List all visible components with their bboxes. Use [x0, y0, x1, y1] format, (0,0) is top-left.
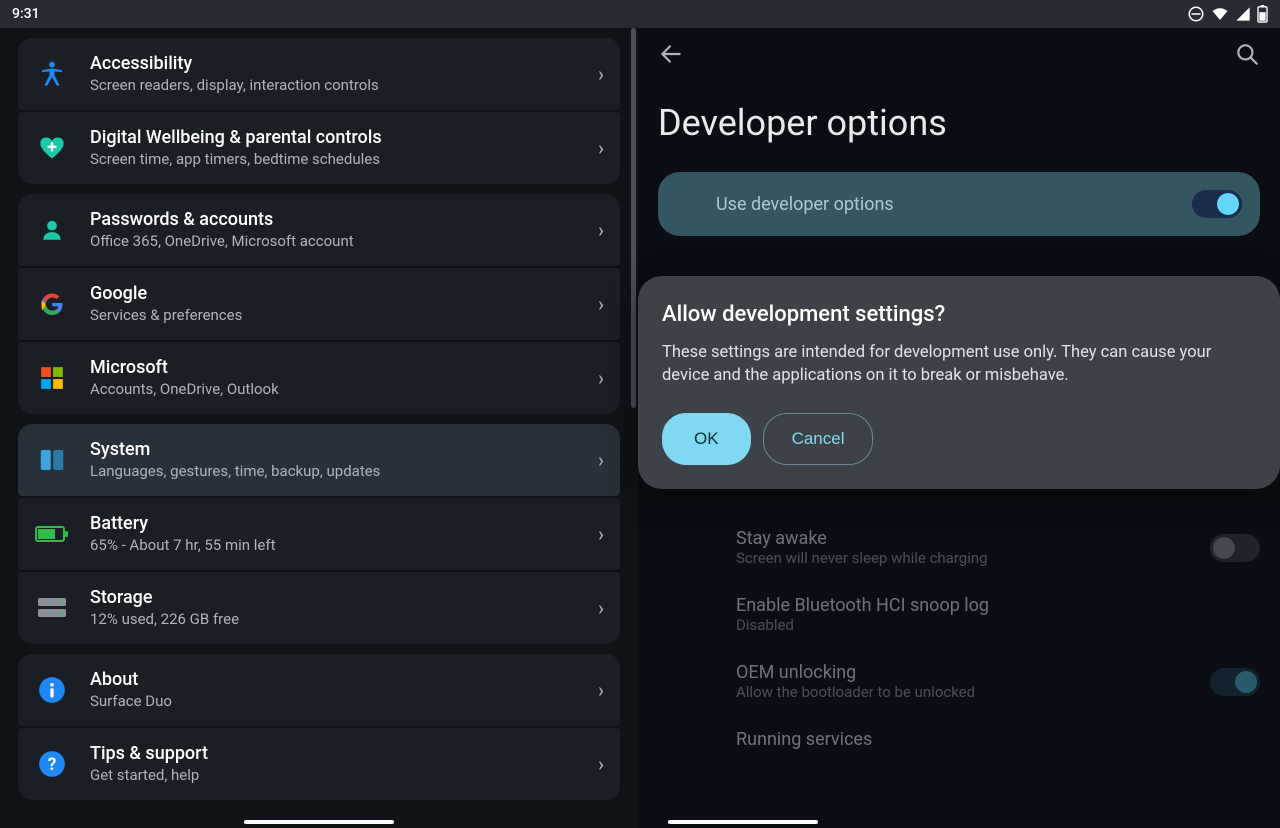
toggle-switch[interactable]	[1210, 668, 1260, 696]
microsoft-icon	[28, 354, 76, 402]
cancel-button[interactable]: Cancel	[763, 413, 874, 465]
row-subtitle: Languages, gestures, time, backup, updat…	[90, 461, 598, 482]
row-title: About	[90, 668, 598, 691]
chevron-right-icon: ›	[598, 366, 604, 390]
signal-icon	[1235, 6, 1251, 22]
settings-row-passwords[interactable]: Passwords & accounts Office 365, OneDriv…	[18, 194, 620, 266]
toggle-switch[interactable]	[1210, 534, 1260, 562]
settings-row-battery[interactable]: Battery 65% - About 7 hr, 55 min left ›	[18, 498, 620, 570]
master-toggle-label: Use developer options	[716, 194, 894, 215]
option-stay-awake[interactable]: Stay awake Screen will never sleep while…	[658, 514, 1260, 581]
row-title: Storage	[90, 586, 598, 609]
row-title: Tips & support	[90, 742, 598, 765]
row-subtitle: Accounts, OneDrive, Outlook	[90, 379, 598, 400]
option-subtitle: Screen will never sleep while charging	[736, 549, 1210, 567]
status-bar: 9:31	[0, 0, 638, 28]
nav-handle[interactable]	[668, 820, 818, 824]
settings-list-pane: 9:31 Accessibility Screen readers, displ…	[0, 0, 638, 828]
row-title: Digital Wellbeing & parental controls	[90, 126, 598, 149]
chevron-right-icon: ›	[598, 62, 604, 86]
row-subtitle: Screen time, app timers, bedtime schedul…	[90, 149, 598, 170]
chevron-right-icon: ›	[598, 752, 604, 776]
toggle-switch[interactable]	[1192, 190, 1242, 218]
row-subtitle: Get started, help	[90, 765, 598, 786]
back-button[interactable]	[658, 41, 684, 71]
settings-row-about[interactable]: About Surface Duo ›	[18, 654, 620, 726]
settings-row-wellbeing[interactable]: Digital Wellbeing & parental controls Sc…	[18, 112, 620, 184]
help-icon: ?	[28, 740, 76, 788]
google-icon	[28, 280, 76, 328]
battery-icon	[28, 510, 76, 558]
settings-scroll[interactable]: Accessibility Screen readers, display, i…	[0, 28, 638, 828]
ok-button[interactable]: OK	[662, 413, 751, 465]
chevron-right-icon: ›	[598, 448, 604, 472]
settings-row-google[interactable]: Google Services & preferences ›	[18, 268, 620, 340]
person-icon	[28, 206, 76, 254]
scrollbar-indicator[interactable]	[631, 28, 636, 408]
confirm-dialog: Allow development settings? These settin…	[638, 276, 1280, 489]
wellbeing-icon	[28, 124, 76, 172]
option-subtitle: Disabled	[736, 616, 1260, 634]
row-title: System	[90, 438, 598, 461]
chevron-right-icon: ›	[598, 136, 604, 160]
accessibility-icon	[28, 50, 76, 98]
settings-row-accessibility[interactable]: Accessibility Screen readers, display, i…	[18, 38, 620, 110]
status-bar-right	[638, 0, 1280, 28]
settings-row-storage[interactable]: Storage 12% used, 226 GB free ›	[18, 572, 620, 644]
settings-row-microsoft[interactable]: Microsoft Accounts, OneDrive, Outlook ›	[18, 342, 620, 414]
row-title: Microsoft	[90, 356, 598, 379]
storage-icon	[28, 584, 76, 632]
option-title: Enable Bluetooth HCI snoop log	[736, 595, 1260, 616]
row-subtitle: Surface Duo	[90, 691, 598, 712]
settings-row-tips[interactable]: ? Tips & support Get started, help ›	[18, 728, 620, 800]
detail-header	[638, 28, 1280, 84]
settings-row-system[interactable]: System Languages, gestures, time, backup…	[18, 424, 620, 496]
row-subtitle: Services & preferences	[90, 305, 598, 326]
row-title: Passwords & accounts	[90, 208, 598, 231]
battery-icon	[1257, 5, 1268, 23]
dnd-icon	[1187, 5, 1205, 23]
option-oem-unlocking[interactable]: OEM unlocking Allow the bootloader to be…	[658, 648, 1260, 715]
row-title: Google	[90, 282, 598, 305]
info-icon	[28, 666, 76, 714]
option-subtitle: Allow the bootloader to be unlocked	[736, 683, 1210, 701]
settings-group: System Languages, gestures, time, backup…	[18, 424, 620, 644]
option-hci-snoop[interactable]: Enable Bluetooth HCI snoop log Disabled	[658, 581, 1260, 648]
dialog-title: Allow development settings?	[662, 302, 1256, 327]
search-button[interactable]	[1234, 41, 1260, 71]
chevron-right-icon: ›	[598, 678, 604, 702]
wifi-icon	[1211, 5, 1229, 23]
settings-group: Passwords & accounts Office 365, OneDriv…	[18, 194, 620, 414]
svg-text:?: ?	[48, 755, 57, 775]
chevron-right-icon: ›	[598, 596, 604, 620]
nav-handle[interactable]	[244, 820, 394, 824]
settings-group: Accessibility Screen readers, display, i…	[18, 38, 620, 184]
option-title: OEM unlocking	[736, 662, 1210, 683]
developer-options-pane: Developer options Use developer options …	[638, 0, 1280, 828]
page-title: Developer options	[638, 84, 1280, 172]
row-title: Battery	[90, 512, 598, 535]
option-title: Running services	[736, 729, 1260, 750]
status-time: 9:31	[12, 6, 40, 22]
row-subtitle: Screen readers, display, interaction con…	[90, 75, 598, 96]
master-toggle-row[interactable]: Use developer options	[658, 172, 1260, 236]
row-title: Accessibility	[90, 52, 598, 75]
chevron-right-icon: ›	[598, 218, 604, 242]
option-title: Stay awake	[736, 528, 1210, 549]
system-icon	[28, 436, 76, 484]
dialog-body: These settings are intended for developm…	[662, 341, 1256, 387]
option-running-services[interactable]: Running services	[658, 715, 1260, 750]
settings-group: About Surface Duo › ? Tips & support Get…	[18, 654, 620, 800]
chevron-right-icon: ›	[598, 522, 604, 546]
row-subtitle: 65% - About 7 hr, 55 min left	[90, 535, 598, 556]
row-subtitle: Office 365, OneDrive, Microsoft account	[90, 231, 598, 252]
chevron-right-icon: ›	[598, 292, 604, 316]
row-subtitle: 12% used, 226 GB free	[90, 609, 598, 630]
